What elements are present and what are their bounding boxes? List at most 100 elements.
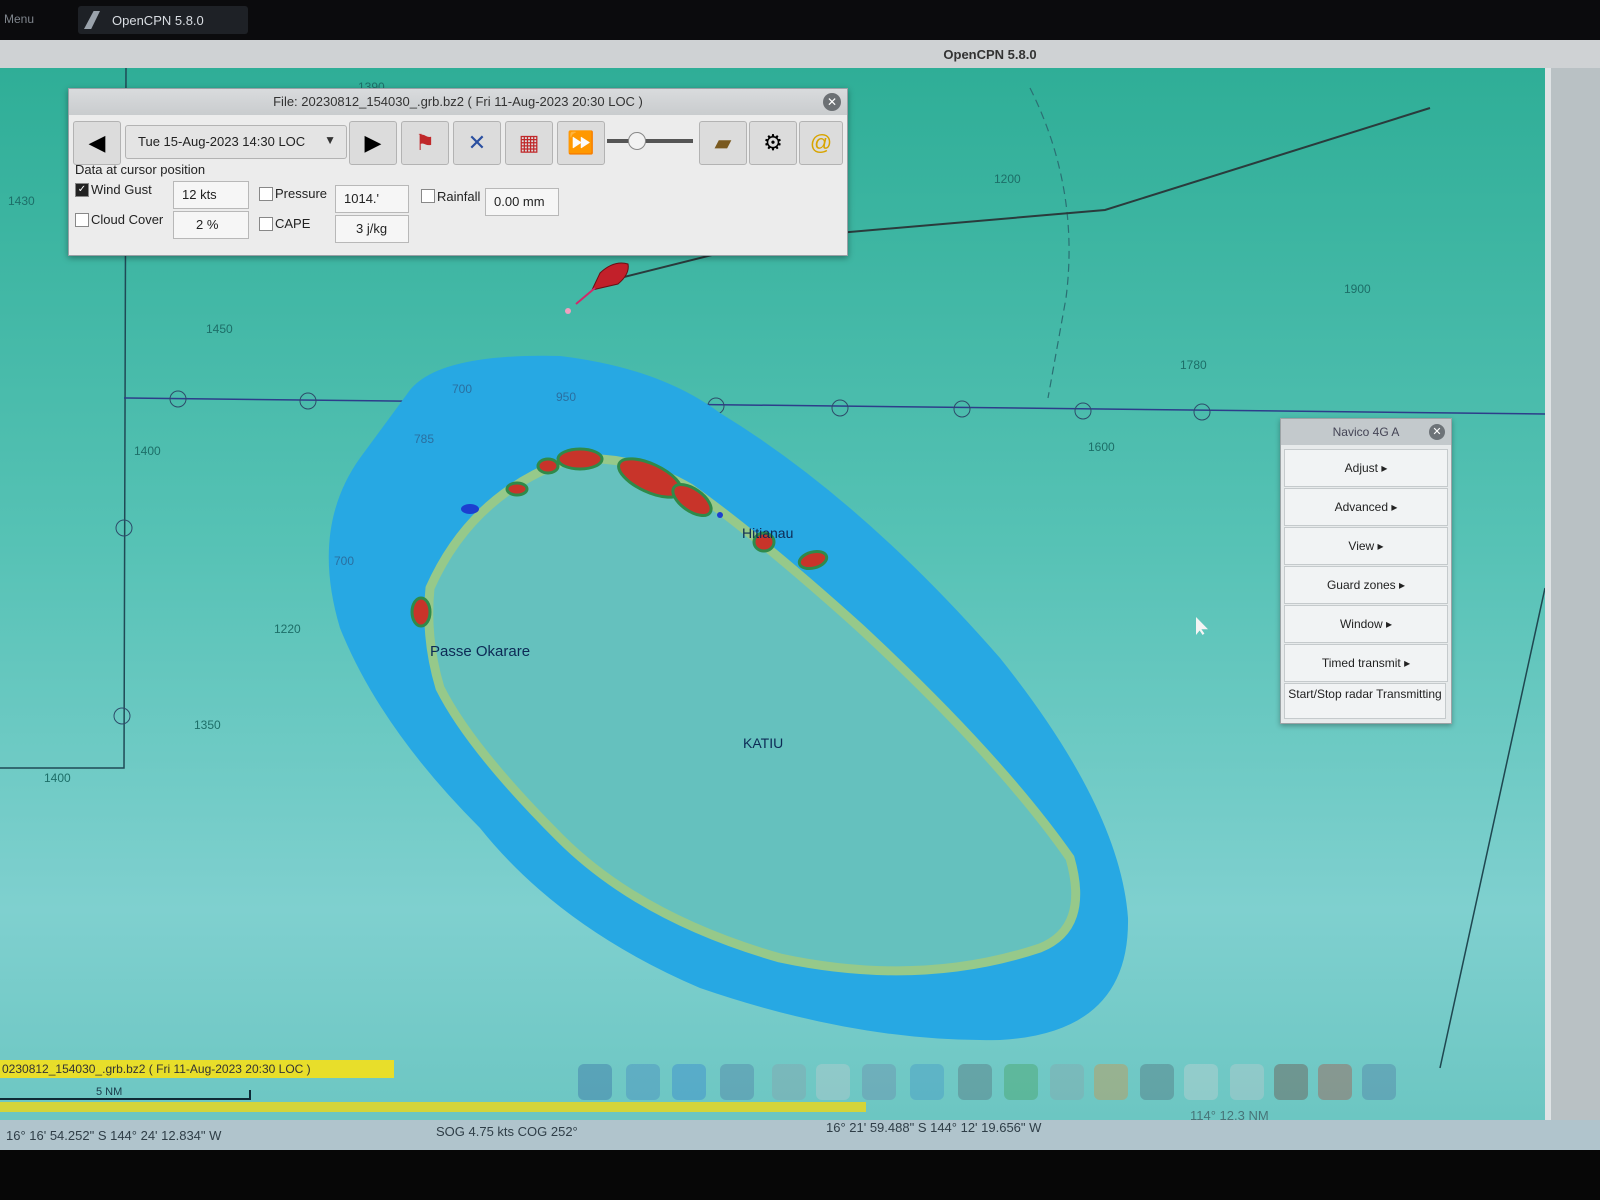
dock-app-icon[interactable] bbox=[672, 1064, 706, 1100]
timed-transmit-button[interactable]: Timed transmit ▸ bbox=[1284, 644, 1448, 682]
taskbar-item-label: OpenCPN 5.8.0 bbox=[112, 13, 204, 28]
taskbar-item-opencpn[interactable]: OpenCPN 5.8.0 bbox=[78, 6, 248, 34]
wind-gust-value: 12 kts bbox=[173, 181, 249, 209]
window-titlebar[interactable]: OpenCPN 5.8.0 bbox=[0, 40, 1600, 68]
scale-line bbox=[0, 1098, 250, 1100]
dock-app-icon[interactable] bbox=[910, 1064, 944, 1100]
depth-label: 1200 bbox=[994, 172, 1021, 186]
track-line bbox=[1439, 587, 1545, 1069]
dock-app-icon[interactable] bbox=[1140, 1064, 1174, 1100]
dock-app-icon[interactable] bbox=[1274, 1064, 1308, 1100]
cursor-position: 16° 21' 59.488" S 144° 12' 19.656" W bbox=[826, 1120, 1042, 1135]
depth-label: 700 bbox=[334, 554, 355, 568]
grib-file-title: File: 20230812_154030_.grb.bz2 ( Fri 11-… bbox=[273, 94, 643, 109]
menu-button[interactable]: Menu bbox=[4, 12, 34, 26]
dock-app-icon[interactable] bbox=[1184, 1064, 1218, 1100]
next-button[interactable]: ⏩ bbox=[557, 121, 605, 165]
scale-tick bbox=[249, 1090, 251, 1100]
settings-button[interactable]: ⚙ bbox=[749, 121, 797, 165]
grib-date-select[interactable]: Tue 15-Aug-2023 14:30 LOC ▼ bbox=[125, 125, 347, 159]
adjust-button[interactable]: Adjust ▸ bbox=[1284, 449, 1448, 487]
view-button[interactable]: View ▸ bbox=[1284, 527, 1448, 565]
cape-label: CAPE bbox=[275, 216, 311, 231]
scale-label: 5 NM bbox=[96, 1086, 123, 1098]
pressure-label: Pressure bbox=[275, 186, 328, 201]
dock-app-icon[interactable] bbox=[958, 1064, 992, 1100]
at-icon: @ bbox=[809, 130, 833, 155]
dock-app-icon[interactable] bbox=[578, 1064, 612, 1100]
radar-panel-titlebar[interactable]: Navico 4G A ✕ bbox=[1281, 419, 1451, 445]
close-icon[interactable]: ✕ bbox=[823, 93, 841, 111]
dock-app-icon[interactable] bbox=[816, 1064, 850, 1100]
system-taskbar: Menu OpenCPN 5.8.0 bbox=[0, 0, 1600, 40]
depth-label: 1400 bbox=[44, 771, 71, 785]
depth-label: 950 bbox=[556, 390, 577, 404]
depth-label: 1220 bbox=[274, 622, 301, 636]
dock-app-icon[interactable] bbox=[626, 1064, 660, 1100]
grib-file-overlay: 0230812_154030_.grb.bz2 ( Fri 11-Aug-202… bbox=[0, 1060, 394, 1078]
flag-icon: ⚑ bbox=[415, 130, 435, 155]
own-position: 16° 16' 54.252" S 144° 24' 12.834" W bbox=[6, 1128, 222, 1143]
time-slider[interactable] bbox=[607, 132, 693, 150]
window-right-edge bbox=[1545, 68, 1600, 1120]
chevron-down-icon: ▼ bbox=[324, 133, 336, 147]
gear-icon: ⚙ bbox=[763, 130, 783, 155]
depth-label: 1430 bbox=[8, 194, 35, 208]
advanced-button[interactable]: Advanced ▸ bbox=[1284, 488, 1448, 526]
grib-dialog[interactable]: File: 20230812_154030_.grb.bz2 ( Fri 11-… bbox=[68, 88, 848, 256]
bearing-range: 114° 12.3 NM bbox=[1190, 1108, 1269, 1123]
cape-value: 3 j/kg bbox=[335, 215, 409, 243]
depth-label: 1780 bbox=[1180, 358, 1207, 372]
pressure-checkbox[interactable] bbox=[259, 187, 273, 201]
wind-gust-checkbox[interactable]: ✓ bbox=[75, 183, 89, 197]
dock-app-icon[interactable] bbox=[720, 1064, 754, 1100]
grib-date-value: Tue 15-Aug-2023 14:30 LOC bbox=[138, 134, 306, 149]
request-button[interactable]: @ bbox=[799, 121, 843, 165]
dock-app-icon[interactable] bbox=[772, 1064, 806, 1100]
calendar-icon: ▦ bbox=[518, 130, 540, 155]
depth-label: 1900 bbox=[1344, 282, 1371, 296]
prev-button[interactable]: ◀ bbox=[73, 121, 121, 165]
dock-app-icon[interactable] bbox=[1318, 1064, 1352, 1100]
depth-label: 1400 bbox=[134, 444, 161, 458]
cloud-cover-value: 2 % bbox=[173, 211, 249, 239]
grib-dialog-titlebar[interactable]: File: 20230812_154030_.grb.bz2 ( Fri 11-… bbox=[69, 89, 847, 115]
wind-gust-label: Wind Gust bbox=[91, 182, 152, 197]
folder-icon: ▰ bbox=[714, 130, 732, 155]
arrow-left-icon: ◀ bbox=[88, 130, 106, 155]
cape-checkbox[interactable] bbox=[259, 217, 273, 231]
scale-bar: 5 NM bbox=[0, 1086, 252, 1100]
rainfall-checkbox[interactable] bbox=[421, 189, 435, 203]
rainfall-label: Rainfall bbox=[437, 189, 481, 204]
dock-app-icon[interactable] bbox=[862, 1064, 896, 1100]
dock-app-icon[interactable] bbox=[1004, 1064, 1038, 1100]
rainfall-value: 0.00 mm bbox=[485, 188, 559, 216]
start-stop-transmit-button[interactable]: Start/Stop radar Transmitting bbox=[1284, 683, 1446, 719]
pressure-value: 1014.' bbox=[335, 185, 409, 213]
cursor-data-heading: Data at cursor position bbox=[75, 162, 206, 177]
slider-knob[interactable] bbox=[628, 132, 646, 150]
now-button[interactable]: ⚑ bbox=[401, 121, 449, 165]
window-button[interactable]: Window ▸ bbox=[1284, 605, 1448, 643]
guard-zones-button[interactable]: Guard zones ▸ bbox=[1284, 566, 1448, 604]
depth-label: 1450 bbox=[206, 322, 233, 336]
dock-app-icon[interactable] bbox=[1230, 1064, 1264, 1100]
status-bar: 16° 16' 54.252" S 144° 24' 12.834" W SOG… bbox=[0, 1108, 1600, 1150]
zoom-to-center-button[interactable]: ✕ bbox=[453, 121, 501, 165]
depth-label: 1350 bbox=[194, 718, 221, 732]
play-button[interactable]: ▶ bbox=[349, 121, 397, 165]
depth-contour bbox=[1029, 87, 1070, 399]
dock-app-icon[interactable] bbox=[1094, 1064, 1128, 1100]
close-icon[interactable]: ✕ bbox=[1429, 424, 1445, 440]
place-label-atoll: KATIU bbox=[743, 735, 784, 751]
play-icon: ▶ bbox=[364, 130, 382, 155]
window-title: OpenCPN 5.8.0 bbox=[943, 47, 1037, 62]
cloud-cover-checkbox[interactable] bbox=[75, 213, 89, 227]
dock-app-icon[interactable] bbox=[1050, 1064, 1084, 1100]
sog-cog: SOG 4.75 kts COG 252° bbox=[436, 1124, 578, 1139]
crosshair-icon: ✕ bbox=[467, 130, 487, 155]
dock-app-icon[interactable] bbox=[1362, 1064, 1396, 1100]
open-file-button[interactable]: ▰ bbox=[699, 121, 747, 165]
radar-control-panel[interactable]: Navico 4G A ✕ Adjust ▸ Advanced ▸ View ▸… bbox=[1280, 418, 1452, 724]
interpolate-button[interactable]: ▦ bbox=[505, 121, 553, 165]
